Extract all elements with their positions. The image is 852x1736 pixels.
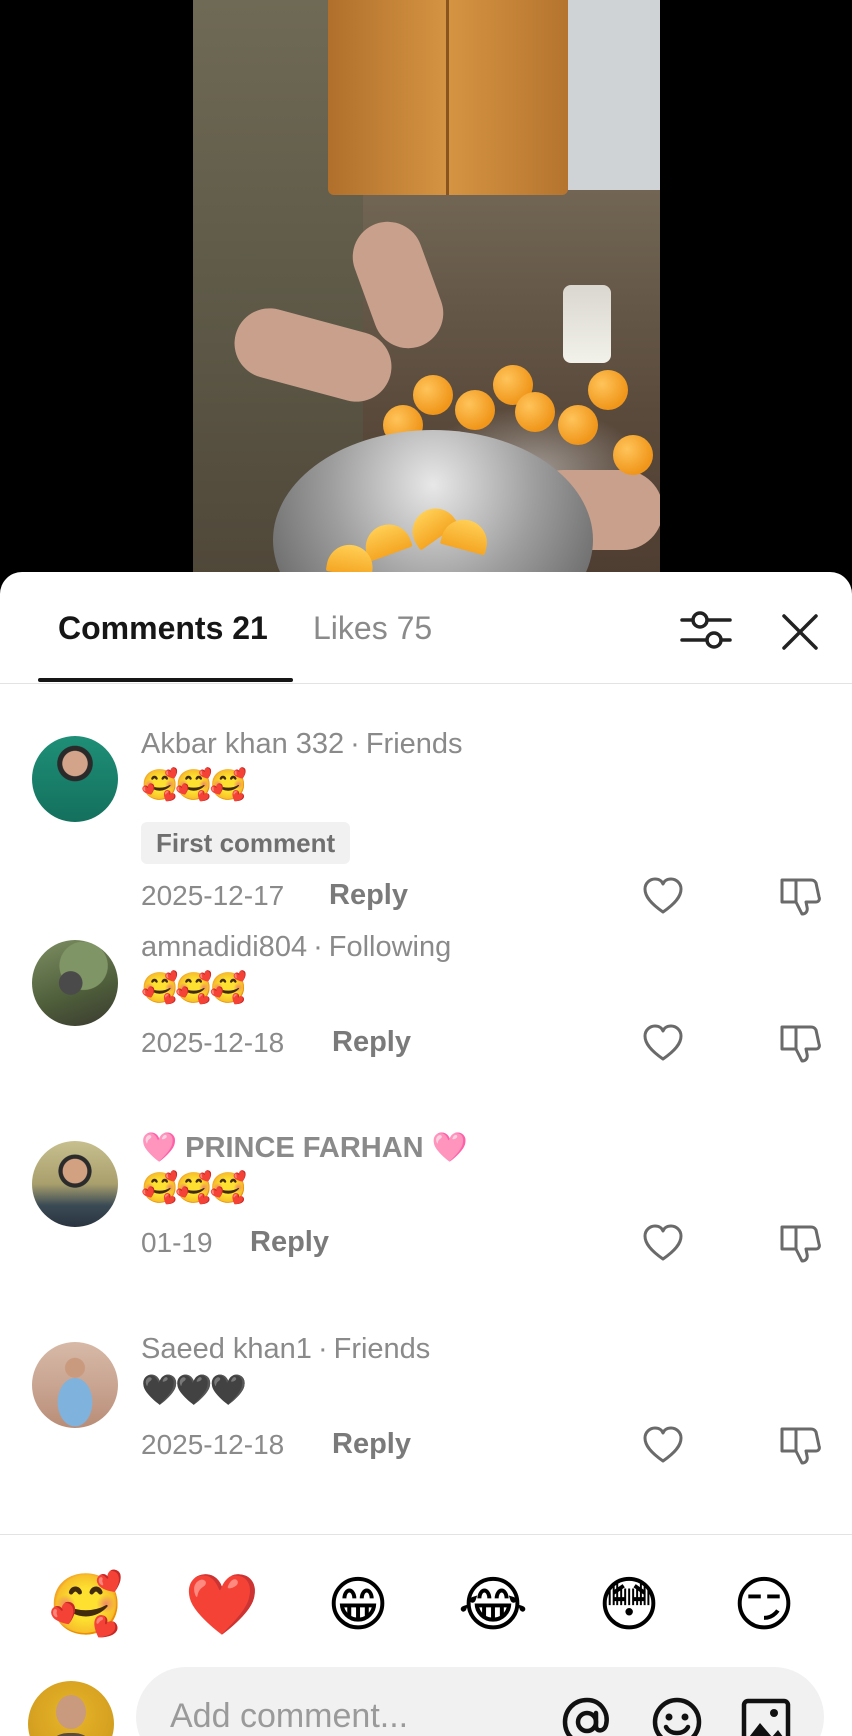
first-comment-badge: First comment [141, 822, 351, 864]
video-wall [568, 0, 660, 190]
separator-dot: · [317, 1333, 328, 1365]
comment-username[interactable]: 🩷 PRINCE FARHAN 🩷 [141, 1132, 468, 1164]
close-icon[interactable] [776, 608, 824, 656]
comment-relation: Friends [333, 1333, 431, 1365]
smiley-icon[interactable] [650, 1695, 704, 1736]
comment-item: Saeed khan1 · Friends 🖤🖤🖤 2025-12-18 Reply [0, 1331, 852, 1511]
thumbs-down-icon[interactable] [778, 1021, 822, 1065]
comment-date: 2025-12-18 [141, 1027, 285, 1058]
comment-item: 🩷 PRINCE FARHAN 🩷 🥰🥰🥰 01-19 Reply [0, 1129, 852, 1331]
comment-text: 🖤🖤🖤 [141, 1374, 247, 1407]
comment-relation: Following [328, 931, 452, 963]
tab-comments[interactable]: Comments 21 [58, 610, 268, 647]
video-orange [588, 370, 628, 410]
heart-outline-icon[interactable] [642, 1223, 684, 1263]
video-orange [558, 405, 598, 445]
reply-button[interactable]: Reply [332, 1026, 411, 1059]
quick-emoji-button[interactable]: 😂 [453, 1565, 533, 1645]
thumbs-down-icon[interactable] [778, 1221, 822, 1265]
comment-author[interactable]: Akbar khan 332 · Friends [141, 728, 463, 761]
comment-username[interactable]: Saeed khan1 [141, 1333, 312, 1365]
avatar[interactable] [32, 1141, 118, 1227]
image-icon[interactable] [740, 1697, 792, 1736]
sheet-header: Comments 21 Likes 75 [0, 572, 852, 684]
quick-emoji-button[interactable]: 😏 [724, 1565, 804, 1645]
quick-emoji-button[interactable]: 🥰 [46, 1565, 126, 1645]
video-jar [563, 285, 611, 363]
video-orange [413, 375, 453, 415]
comment-text: 🥰🥰🥰 [141, 769, 247, 802]
heart-outline-icon[interactable] [642, 1425, 684, 1465]
video-player[interactable] [0, 0, 852, 590]
heart-outline-icon[interactable] [642, 876, 684, 916]
active-tab-indicator [38, 678, 293, 682]
avatar-face [56, 1695, 86, 1729]
video-frame[interactable] [193, 0, 660, 590]
comment-list[interactable]: Akbar khan 332 · Friends 🥰🥰🥰 First comment… [0, 684, 852, 1511]
avatar[interactable] [32, 736, 118, 822]
reply-button[interactable]: Reply [329, 879, 408, 912]
sliders-icon[interactable] [680, 608, 732, 652]
comment-username[interactable]: amnadidi804 [141, 931, 307, 963]
reply-button[interactable]: Reply [250, 1226, 329, 1259]
comment-text: 🥰🥰🥰 [141, 1172, 247, 1205]
avatar[interactable] [32, 1342, 118, 1428]
video-orange [515, 392, 555, 432]
avatar[interactable] [32, 940, 118, 1026]
comment-composer-bar: 🥰 ❤️ 😁 😂 😳 😏 [0, 1534, 852, 1736]
video-orange [455, 390, 495, 430]
quick-emoji-button[interactable]: 😁 [318, 1565, 398, 1645]
comment-username[interactable]: Akbar khan 332 [141, 728, 344, 760]
comment-date: 01-19 [141, 1227, 213, 1258]
comment-input[interactable] [170, 1691, 530, 1736]
comment-relation: Friends [365, 728, 463, 760]
quick-emoji-row: 🥰 ❤️ 😁 😂 😳 😏 [0, 1565, 852, 1645]
comment-date: 2025-12-17 [141, 880, 285, 911]
video-orange [613, 435, 653, 475]
quick-emoji-button[interactable]: ❤️ [182, 1565, 262, 1645]
comment-input-container[interactable] [136, 1667, 824, 1736]
video-door [328, 0, 568, 195]
tab-likes[interactable]: Likes 75 [313, 610, 432, 647]
comment-text: 🥰🥰🥰 [141, 972, 247, 1005]
thumbs-down-icon[interactable] [778, 1423, 822, 1467]
current-user-avatar[interactable] [28, 1681, 114, 1736]
heart-outline-icon[interactable] [642, 1023, 684, 1063]
comment-author[interactable]: 🩷 PRINCE FARHAN 🩷 [141, 1131, 468, 1165]
quick-emoji-button[interactable]: 😳 [589, 1565, 669, 1645]
comment-item: amnadidi804 · Following 🥰🥰🥰 2025-12-18 Rep… [0, 929, 852, 1129]
at-icon[interactable] [560, 1695, 614, 1736]
comment-date: 2025-12-18 [141, 1429, 285, 1460]
reply-button[interactable]: Reply [332, 1428, 411, 1461]
separator-dot: · [350, 728, 360, 760]
comment-author[interactable]: Saeed khan1 · Friends [141, 1333, 430, 1366]
comment-item: Akbar khan 332 · Friends 🥰🥰🥰 First comment… [0, 684, 852, 929]
comment-author[interactable]: amnadidi804 · Following [141, 931, 451, 964]
thumbs-down-icon[interactable] [778, 874, 822, 918]
separator-dot: · [313, 931, 323, 963]
